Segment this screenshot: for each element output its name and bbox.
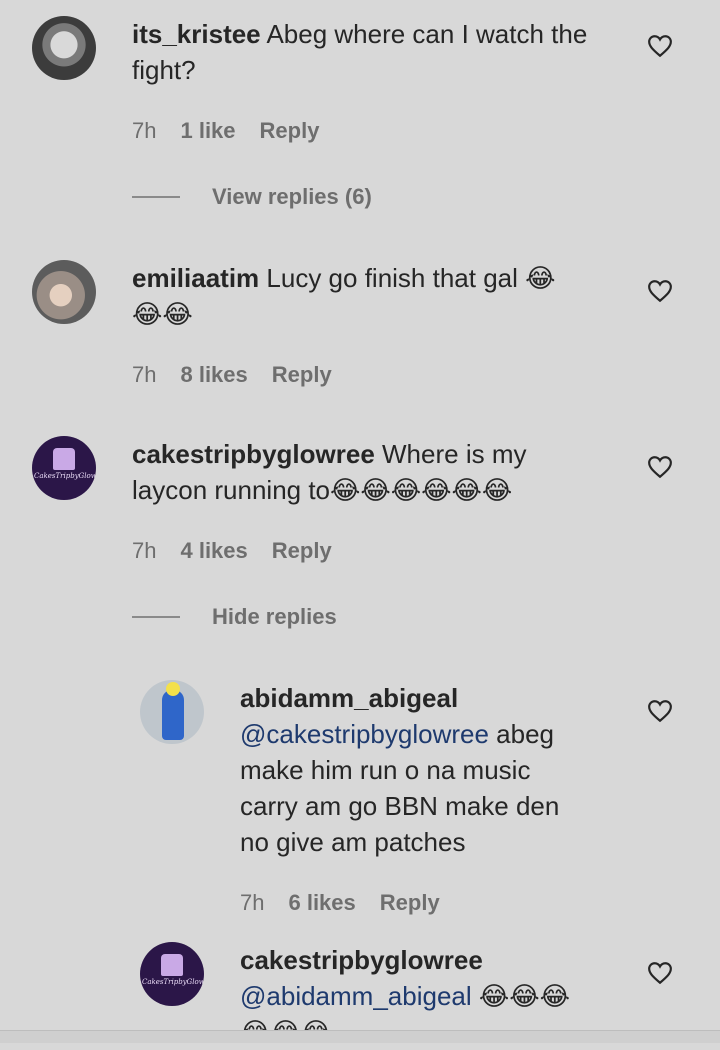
timestamp: 7h	[132, 118, 157, 143]
comment-meta: 7h 6 likes Reply	[240, 890, 440, 916]
likes-count[interactable]: 4 likes	[180, 538, 247, 564]
view-replies-label: View replies (6)	[212, 184, 372, 209]
bottom-bar	[0, 1030, 720, 1043]
heart-icon[interactable]	[647, 279, 673, 303]
reply-button[interactable]: Reply	[272, 538, 332, 564]
username[interactable]: cakestripbyglowree	[240, 945, 483, 975]
timestamp: 7h	[132, 362, 157, 387]
comment-body-line3: carry am go BBN make den	[240, 791, 560, 821]
comment-text: its_kristee Abeg where can I watch the f…	[132, 16, 622, 88]
avatar-figure	[162, 690, 184, 740]
comment-body-line2: make him run o na music	[240, 755, 531, 785]
hide-replies-label: Hide replies	[212, 604, 337, 629]
divider-line	[132, 196, 180, 198]
comment-body-line2: fight?	[132, 55, 196, 85]
comment-body: abeg	[488, 719, 555, 749]
cake-logo-shape	[161, 954, 183, 976]
comment-body: Lucy go finish that gal 😂	[266, 263, 556, 293]
comment-text: cakestripbyglowree Where is my laycon ru…	[132, 436, 632, 508]
comment-body: 😂😂😂	[471, 981, 571, 1011]
comment-meta: 7h 1 like Reply	[132, 118, 319, 144]
heart-icon[interactable]	[647, 455, 673, 479]
avatar-figure-head	[166, 682, 180, 696]
divider-line	[132, 616, 180, 618]
likes-count[interactable]: 1 like	[180, 118, 235, 144]
comment-body-line2: laycon running to😂😂😂😂😂😂	[132, 475, 513, 505]
username[interactable]: its_kristee	[132, 19, 261, 49]
username[interactable]: emiliaatim	[132, 263, 259, 293]
comment-meta: 7h 4 likes Reply	[132, 538, 332, 564]
comment-body: Where is my	[382, 439, 527, 469]
reply-button[interactable]: Reply	[260, 118, 320, 144]
username[interactable]: abidamm_abigeal	[240, 683, 458, 713]
timestamp: 7h	[240, 890, 265, 915]
likes-count[interactable]: 8 likes	[180, 362, 247, 388]
avatar-logo-text: CakesTripbyGlowree	[34, 472, 96, 480]
comment-body-line4: no give am patches	[240, 827, 466, 857]
reply-button[interactable]: Reply	[380, 890, 440, 916]
avatar[interactable]: CakesTripbyGlowree	[32, 436, 96, 500]
heart-icon[interactable]	[647, 699, 673, 723]
comment-text: abidamm_abigeal @cakestripbyglowree abeg…	[240, 680, 640, 860]
hide-replies-button[interactable]: Hide replies	[132, 604, 337, 630]
likes-count[interactable]: 6 likes	[288, 890, 355, 916]
avatar[interactable]	[32, 260, 96, 324]
comment-body-line2: 😂😂	[132, 300, 193, 330]
reply-button[interactable]: Reply	[272, 362, 332, 388]
heart-icon[interactable]	[647, 34, 673, 58]
cake-logo-shape	[53, 448, 75, 470]
avatar-logo-text: CakesTripbyGlowree	[142, 978, 204, 986]
comment-body: Abeg where can I watch the	[266, 19, 588, 49]
username[interactable]: cakestripbyglowree	[132, 439, 375, 469]
mention-link[interactable]: @abidamm_abigeal	[240, 981, 472, 1011]
comment-text: emiliaatim Lucy go finish that gal 😂 😂😂	[132, 260, 622, 333]
timestamp: 7h	[132, 538, 157, 563]
avatar[interactable]	[140, 680, 204, 744]
comment-meta: 7h 8 likes Reply	[132, 362, 332, 388]
mention-link[interactable]: @cakestripbyglowree	[240, 719, 489, 749]
avatar[interactable]: CakesTripbyGlowree	[140, 942, 204, 1006]
view-replies-button[interactable]: View replies (6)	[132, 184, 372, 210]
avatar[interactable]	[32, 16, 96, 80]
heart-icon[interactable]	[647, 961, 673, 985]
